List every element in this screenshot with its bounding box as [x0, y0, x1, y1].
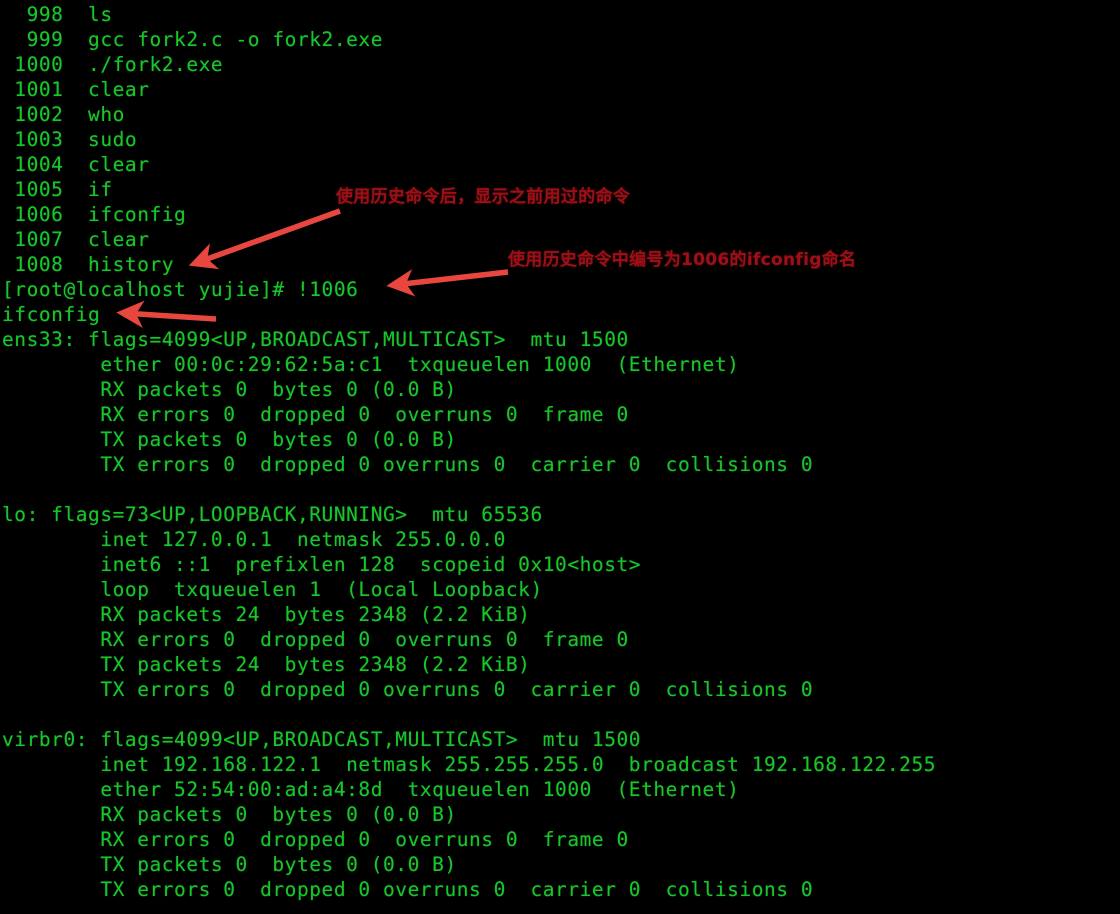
- terminal-line: 1004 clear: [2, 153, 150, 176]
- terminal-line: RX errors 0 dropped 0 overruns 0 frame 0: [2, 828, 629, 851]
- terminal-line: 1002 who: [2, 103, 125, 126]
- terminal-line: RX packets 0 bytes 0 (0.0 B): [2, 378, 457, 401]
- terminal-line: ifconfig: [2, 303, 101, 326]
- annotation-bang-1006: 使用历史命令中编号为1006的ifconfig命名: [508, 250, 857, 270]
- terminal-line: TX packets 24 bytes 2348 (2.2 KiB): [2, 653, 531, 676]
- annotation-history-output: 使用历史命令后，显示之前用过的命令: [336, 187, 631, 207]
- terminal-line: inet 127.0.0.1 netmask 255.0.0.0: [2, 528, 506, 551]
- terminal-line: TX packets 0 bytes 0 (0.0 B): [2, 428, 457, 451]
- terminal-line: inet6 ::1 prefixlen 128 scopeid 0x10<hos…: [2, 553, 642, 576]
- terminal-output: 998 ls 999 gcc fork2.c -o fork2.exe 1000…: [0, 0, 1120, 902]
- terminal-line: RX errors 0 dropped 0 overruns 0 frame 0: [2, 628, 629, 651]
- terminal-line: RX errors 0 dropped 0 overruns 0 frame 0: [2, 403, 629, 426]
- terminal-line: TX errors 0 dropped 0 overruns 0 carrier…: [2, 878, 814, 901]
- terminal-line: TX packets 0 bytes 0 (0.0 B): [2, 853, 457, 876]
- terminal-line: virbr0: flags=4099<UP,BROADCAST,MULTICAS…: [2, 728, 642, 751]
- terminal-line: 998 ls: [2, 3, 113, 26]
- terminal-line: lo: flags=73<UP,LOOPBACK,RUNNING> mtu 65…: [2, 503, 543, 526]
- terminal-line: 1000 ./fork2.exe: [2, 53, 224, 76]
- terminal-line: TX errors 0 dropped 0 overruns 0 carrier…: [2, 678, 814, 701]
- terminal-line: TX errors 0 dropped 0 overruns 0 carrier…: [2, 453, 814, 476]
- terminal-line: 1003 sudo: [2, 128, 138, 151]
- terminal-line: inet 192.168.122.1 netmask 255.255.255.0…: [2, 753, 937, 776]
- terminal-line: 1001 clear: [2, 78, 150, 101]
- terminal-window[interactable]: 998 ls 999 gcc fork2.c -o fork2.exe 1000…: [0, 0, 1120, 914]
- terminal-line: ens33: flags=4099<UP,BROADCAST,MULTICAST…: [2, 328, 629, 351]
- terminal-line: [root@localhost yujie]# !1006: [2, 278, 359, 301]
- terminal-line: loop txqueuelen 1 (Local Loopback): [2, 578, 543, 601]
- terminal-line: ether 00:0c:29:62:5a:c1 txqueuelen 1000 …: [2, 353, 740, 376]
- terminal-line: 999 gcc fork2.c -o fork2.exe: [2, 28, 383, 51]
- terminal-line: RX packets 24 bytes 2348 (2.2 KiB): [2, 603, 531, 626]
- terminal-line: ether 52:54:00:ad:a4:8d txqueuelen 1000 …: [2, 778, 740, 801]
- terminal-line: RX packets 0 bytes 0 (0.0 B): [2, 803, 457, 826]
